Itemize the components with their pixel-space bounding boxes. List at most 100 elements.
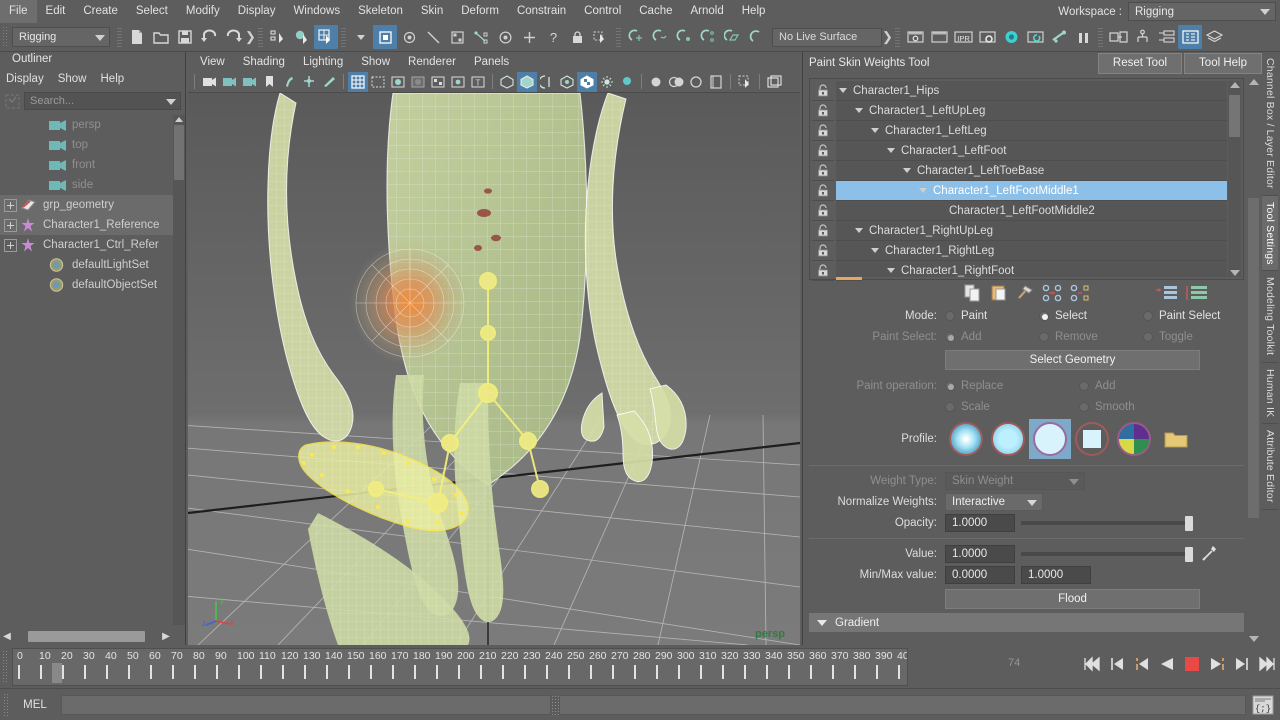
right-tab-attribute-editor[interactable]: Attribute Editor <box>1262 424 1278 510</box>
menu-create[interactable]: Create <box>74 0 127 23</box>
radio-select[interactable] <box>1039 311 1049 321</box>
mask-misc-button[interactable] <box>517 25 541 49</box>
viewport-menu-show[interactable]: Show <box>361 56 390 68</box>
depth-of-field-icon[interactable] <box>706 72 726 92</box>
outliner-horizontal-scrollbar[interactable]: ◀ ▶ <box>0 627 173 645</box>
influence-row[interactable]: Character1_RightLeg <box>836 241 1227 261</box>
redo-button[interactable] <box>221 25 245 49</box>
opacity-input[interactable]: 1.0000 <box>945 514 1015 532</box>
hammer-weights-icon[interactable] <box>1016 284 1034 305</box>
mask-dynamic-button[interactable] <box>493 25 517 49</box>
toggle-gpu-cache-button[interactable] <box>1047 25 1071 49</box>
value-slider-thumb[interactable] <box>1185 546 1193 562</box>
influence-lock-toggle[interactable] <box>812 101 834 121</box>
command-input[interactable] <box>61 694 551 715</box>
outliner-item-defaultobjectset[interactable]: defaultObjectSet <box>0 275 173 295</box>
tool-help-button[interactable]: Tool Help <box>1184 52 1262 74</box>
influence-lock-toggle[interactable] <box>812 141 834 161</box>
influence-lock-toggle[interactable] <box>812 241 834 261</box>
select-component-button[interactable] <box>314 25 338 49</box>
time-slider-grip[interactable] <box>2 650 8 682</box>
outliner-item-grp-geometry[interactable]: grp_geometry <box>0 195 173 215</box>
render-current-frame-button[interactable] <box>903 25 927 49</box>
right-tab-human-ik[interactable]: Human IK <box>1262 363 1278 425</box>
value-slider[interactable] <box>1021 545 1193 563</box>
viewport-menu-panels[interactable]: Panels <box>474 56 509 68</box>
open-outliner-button[interactable] <box>1106 25 1130 49</box>
script-editor-button[interactable]: {;} <box>1250 693 1276 717</box>
lock-selection-button[interactable] <box>565 25 589 49</box>
scroll-left-icon[interactable]: ◀ <box>0 631 14 642</box>
opacity-slider[interactable] <box>1021 514 1193 532</box>
render-view-button[interactable] <box>1023 25 1047 49</box>
xray-joints-icon[interactable] <box>517 71 537 92</box>
outliner-tree[interactable]: persp top front side grp_geometry Character1_… <box>0 115 173 625</box>
viewport-menu-lighting[interactable]: Lighting <box>303 56 343 68</box>
shadows-icon[interactable] <box>617 72 637 92</box>
two-d-pan-zoom-icon[interactable] <box>279 72 299 92</box>
toolbar-expand-file-icon[interactable]: ❯ <box>245 29 256 45</box>
hypershade-button[interactable] <box>999 25 1023 49</box>
expand-toggle-icon[interactable] <box>900 168 913 173</box>
texture-mode-t-icon[interactable]: T <box>468 72 488 92</box>
expand-toggle-icon[interactable] <box>868 248 881 253</box>
mask-curve-button[interactable] <box>421 25 445 49</box>
mask-deform-button[interactable] <box>469 25 493 49</box>
scroll-down-icon[interactable] <box>1249 636 1259 642</box>
outliner-menu-show[interactable]: Show <box>58 73 87 85</box>
open-hypergraph-button[interactable] <box>1130 25 1154 49</box>
expand-toggle-icon[interactable] <box>4 238 17 252</box>
stop-playback-button[interactable] <box>1182 653 1202 675</box>
highlight-selection-button[interactable] <box>589 25 613 49</box>
viewport-menu-view[interactable]: View <box>200 56 225 68</box>
right-tab-tool-settings[interactable]: Tool Settings <box>1262 195 1278 272</box>
toolbar-handle-mask[interactable] <box>341 27 346 47</box>
toolbar-handle-file[interactable] <box>117 27 122 47</box>
influence-row[interactable]: Character1_LeftFoot <box>836 141 1227 161</box>
toolbar-grip[interactable] <box>2 26 9 48</box>
xray-active-components-icon[interactable] <box>537 72 557 92</box>
influence-lock-toggle[interactable] <box>812 121 834 141</box>
influence-row[interactable]: Character1_LeftUpLeg <box>836 101 1227 121</box>
scroll-right-icon[interactable]: ▶ <box>159 631 173 642</box>
bookmark-camera-icon[interactable] <box>239 72 259 92</box>
toolbar-handle-snap[interactable] <box>616 27 621 47</box>
render-settings-button[interactable] <box>975 25 999 49</box>
exposure-icon[interactable] <box>557 72 577 92</box>
outliner-item-persp[interactable]: persp <box>0 115 173 135</box>
influence-lock-toggle[interactable] <box>812 221 834 241</box>
outliner-menu-help[interactable]: Help <box>101 73 125 85</box>
outliner-vertical-scrollbar[interactable] <box>173 115 185 625</box>
tool-panel-scrollbar[interactable] <box>1247 78 1260 643</box>
xray-mode-icon[interactable] <box>497 72 517 92</box>
influence-lock-column[interactable] <box>812 81 836 281</box>
new-scene-button[interactable] <box>125 25 149 49</box>
outliner-item-top[interactable]: top <box>0 135 173 155</box>
outliner-item-character1-reference[interactable]: Character1_Reference <box>0 215 173 235</box>
move-weights-icon[interactable] <box>1042 284 1062 305</box>
menu-constrain[interactable]: Constrain <box>508 0 575 23</box>
current-frame-field[interactable]: 74 <box>1002 654 1064 671</box>
show-influence-icon[interactable] <box>1070 284 1090 305</box>
workspace-selector[interactable]: Workspace : Rigging <box>1058 2 1276 21</box>
min-value-input[interactable]: 0.0000 <box>945 566 1015 584</box>
outliner-item-character1-ctrl-refer[interactable]: Character1_Ctrl_Refer <box>0 235 173 255</box>
undo-button[interactable] <box>197 25 221 49</box>
profile-gaussian-brush[interactable] <box>945 419 987 459</box>
select-hierarchy-button[interactable] <box>266 25 290 49</box>
time-slider-track[interactable]: 0 10 20 30 40 50 60 70 80 90 100 110 120 130 140 150 160… <box>12 648 908 686</box>
expand-toggle-icon[interactable] <box>868 128 881 133</box>
snap-to-grid-button[interactable] <box>624 25 648 49</box>
outliner-item-front[interactable]: front <box>0 155 173 175</box>
menu-select[interactable]: Select <box>127 0 177 23</box>
select-camera-icon[interactable] <box>199 72 219 92</box>
profile-square-brush[interactable] <box>1071 419 1113 459</box>
menu-arnold[interactable]: Arnold <box>682 0 733 23</box>
viewport-select-icon[interactable] <box>735 72 755 92</box>
use-all-lights-icon[interactable] <box>448 72 468 92</box>
influence-row[interactable]: Character1_RightFoot <box>836 261 1227 277</box>
outliner-tab[interactable]: Outliner <box>4 52 63 67</box>
right-tab-channel-box-layer-editor[interactable]: Channel Box / Layer Editor <box>1262 52 1278 196</box>
menu-skeleton[interactable]: Skeleton <box>349 0 412 23</box>
mode-option-select[interactable]: Select <box>1039 310 1143 322</box>
